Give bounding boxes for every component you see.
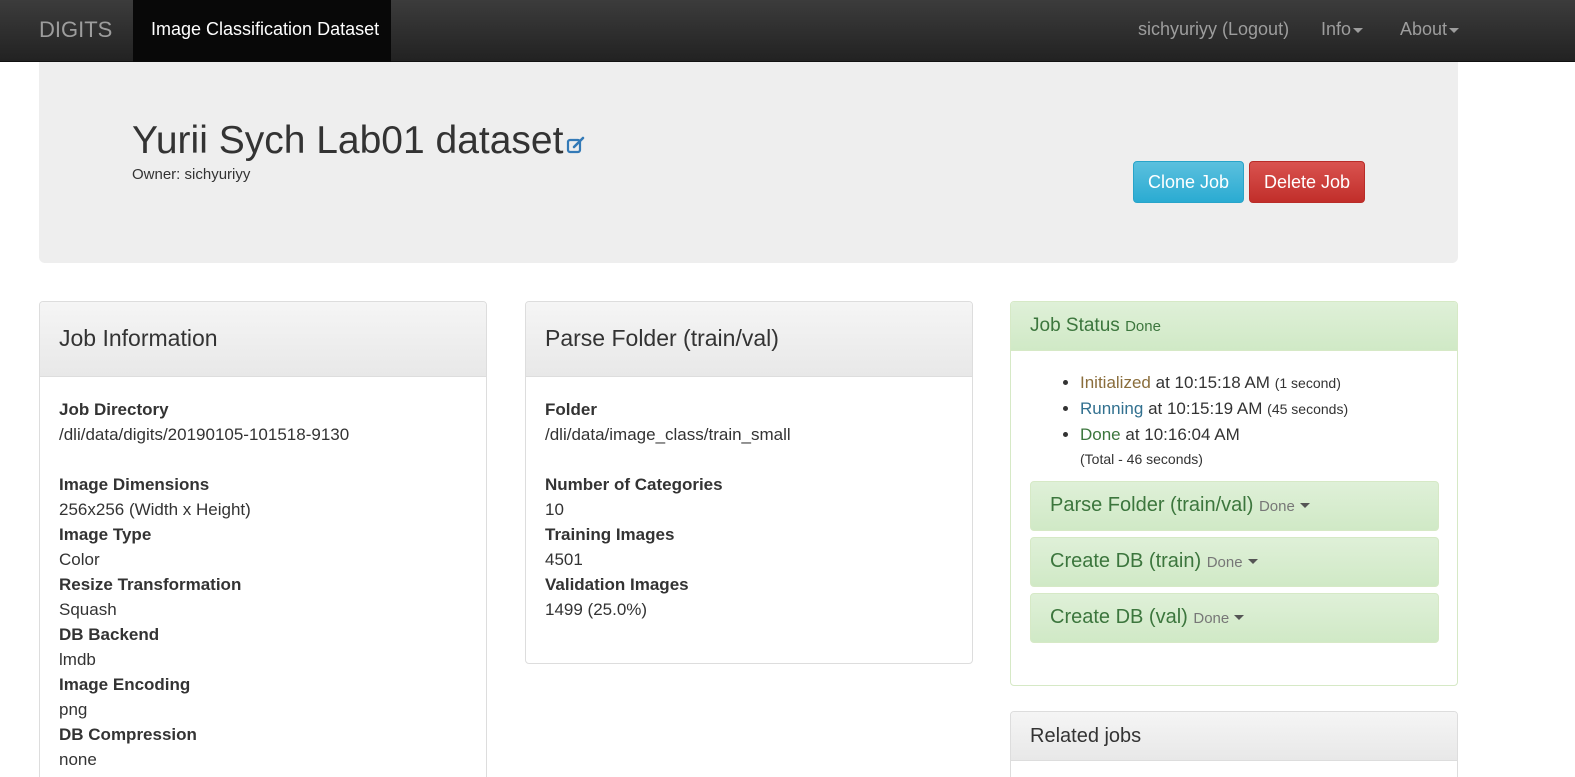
task-state: Done bbox=[1193, 610, 1230, 627]
timeline-time: at 10:16:04 AM bbox=[1125, 425, 1240, 444]
delete-job-button[interactable]: Delete Job bbox=[1249, 161, 1365, 203]
panel-heading: Related jobs bbox=[1011, 712, 1457, 761]
field-value: none bbox=[59, 750, 97, 769]
timeline-status: Running bbox=[1080, 399, 1144, 418]
chevron-down-icon bbox=[1449, 27, 1460, 33]
nav-tab-label: Image Classification Dataset bbox=[151, 19, 380, 39]
timeline-item: Running at 10:15:19 AM (45 seconds) bbox=[1080, 396, 1457, 422]
field-value: 10 bbox=[545, 500, 564, 519]
panel-body: Folder /dli/data/image_class/train_small… bbox=[526, 377, 972, 642]
timeline-duration: (45 seconds) bbox=[1267, 401, 1349, 417]
field-value: /dli/data/image_class/train_small bbox=[545, 425, 791, 444]
field-label: Training Images bbox=[545, 525, 675, 544]
job-title-text: Yurii Sych Lab01 dataset bbox=[132, 119, 564, 162]
timeline-item: Done at 10:16:04 AM bbox=[1080, 422, 1457, 447]
timeline-status: Done bbox=[1080, 425, 1121, 444]
panel-heading: Job Information bbox=[40, 302, 486, 377]
field-value: 4501 bbox=[545, 550, 583, 569]
job-status-heading: Job Status Done bbox=[1011, 302, 1457, 351]
task-state: Done bbox=[1258, 498, 1295, 515]
field-value: lmdb bbox=[59, 650, 96, 669]
field-value: Squash bbox=[59, 600, 117, 619]
field-label: DB Compression bbox=[59, 725, 197, 744]
task-name: Parse Folder (train/val) bbox=[1050, 494, 1254, 516]
total-duration: (Total - 46 seconds) bbox=[1080, 451, 1203, 467]
chevron-down-icon bbox=[1234, 615, 1245, 621]
edit-icon[interactable] bbox=[566, 121, 586, 165]
timeline-time: at 10:15:19 AM bbox=[1148, 399, 1263, 418]
field-label: Number of Categories bbox=[545, 475, 723, 494]
chevron-down-icon bbox=[1299, 503, 1310, 509]
field-label: DB Backend bbox=[59, 625, 160, 644]
task-name: Create DB (train) bbox=[1050, 550, 1202, 572]
clone-job-button[interactable]: Clone Job bbox=[1133, 161, 1244, 203]
timeline-time: at 10:15:18 AM bbox=[1155, 373, 1270, 392]
field-value: /dli/data/digits/20190105-101518-9130 bbox=[59, 425, 350, 444]
field-label: Folder bbox=[545, 400, 597, 419]
task-name: Create DB (val) bbox=[1050, 606, 1188, 628]
timeline-status: Initialized bbox=[1080, 373, 1151, 392]
field-label: Job Directory bbox=[59, 400, 169, 419]
job-owner: Owner: sichyuriyy bbox=[132, 166, 251, 183]
job-status-panel: Job Status Done Initialized at 10:15:18 … bbox=[1010, 301, 1458, 686]
field-value: 1499 (25.0%) bbox=[545, 600, 648, 619]
about-menu-label: About bbox=[1400, 19, 1448, 39]
field-label: Validation Images bbox=[545, 575, 689, 594]
nav-tab-image-classification-dataset[interactable]: Image Classification Dataset bbox=[133, 0, 391, 62]
field-value: 256x256 (Width x Height) bbox=[59, 500, 251, 519]
field-label: Image Dimensions bbox=[59, 475, 210, 494]
job-status-state: Done bbox=[1125, 318, 1161, 335]
status-timeline: Initialized at 10:15:18 AM (1 second) Ru… bbox=[1011, 351, 1457, 447]
task-state: Done bbox=[1206, 554, 1243, 571]
logout-link[interactable]: sichyuriyy (Logout) bbox=[1138, 19, 1289, 40]
field-label: Image Encoding bbox=[59, 675, 191, 694]
task-create-db-train[interactable]: Create DB (train) Done bbox=[1030, 537, 1439, 587]
related-jobs-panel: Related jobs bbox=[1010, 711, 1458, 777]
chevron-down-icon bbox=[1247, 559, 1258, 565]
top-navbar: DIGITS Image Classification Dataset sich… bbox=[0, 0, 1575, 62]
brand-link[interactable]: DIGITS bbox=[39, 17, 112, 43]
chevron-down-icon bbox=[1353, 27, 1364, 33]
panel-body: Job Directory /dli/data/digits/20190105-… bbox=[40, 377, 486, 777]
info-menu[interactable]: Info bbox=[1321, 19, 1364, 40]
job-information-panel: Job Information Job Directory /dli/data/… bbox=[39, 301, 487, 777]
panel-heading: Parse Folder (train/val) bbox=[526, 302, 972, 377]
about-menu[interactable]: About bbox=[1400, 19, 1460, 40]
info-menu-label: Info bbox=[1321, 19, 1352, 39]
job-header: Yurii Sych Lab01 dataset Owner: sichyuri… bbox=[39, 62, 1458, 263]
field-value: png bbox=[59, 700, 88, 719]
task-parse-folder[interactable]: Parse Folder (train/val) Done bbox=[1030, 481, 1439, 531]
parse-folder-panel: Parse Folder (train/val) Folder /dli/dat… bbox=[525, 301, 973, 664]
job-title: Yurii Sych Lab01 dataset bbox=[132, 119, 586, 165]
timeline-duration: (1 second) bbox=[1274, 375, 1341, 391]
field-label: Resize Transformation bbox=[59, 575, 242, 594]
task-create-db-val[interactable]: Create DB (val) Done bbox=[1030, 593, 1439, 643]
job-status-title: Job Status bbox=[1030, 315, 1120, 336]
timeline-item: Initialized at 10:15:18 AM (1 second) bbox=[1080, 370, 1457, 396]
field-label: Image Type bbox=[59, 525, 152, 544]
field-value: Color bbox=[59, 550, 100, 569]
